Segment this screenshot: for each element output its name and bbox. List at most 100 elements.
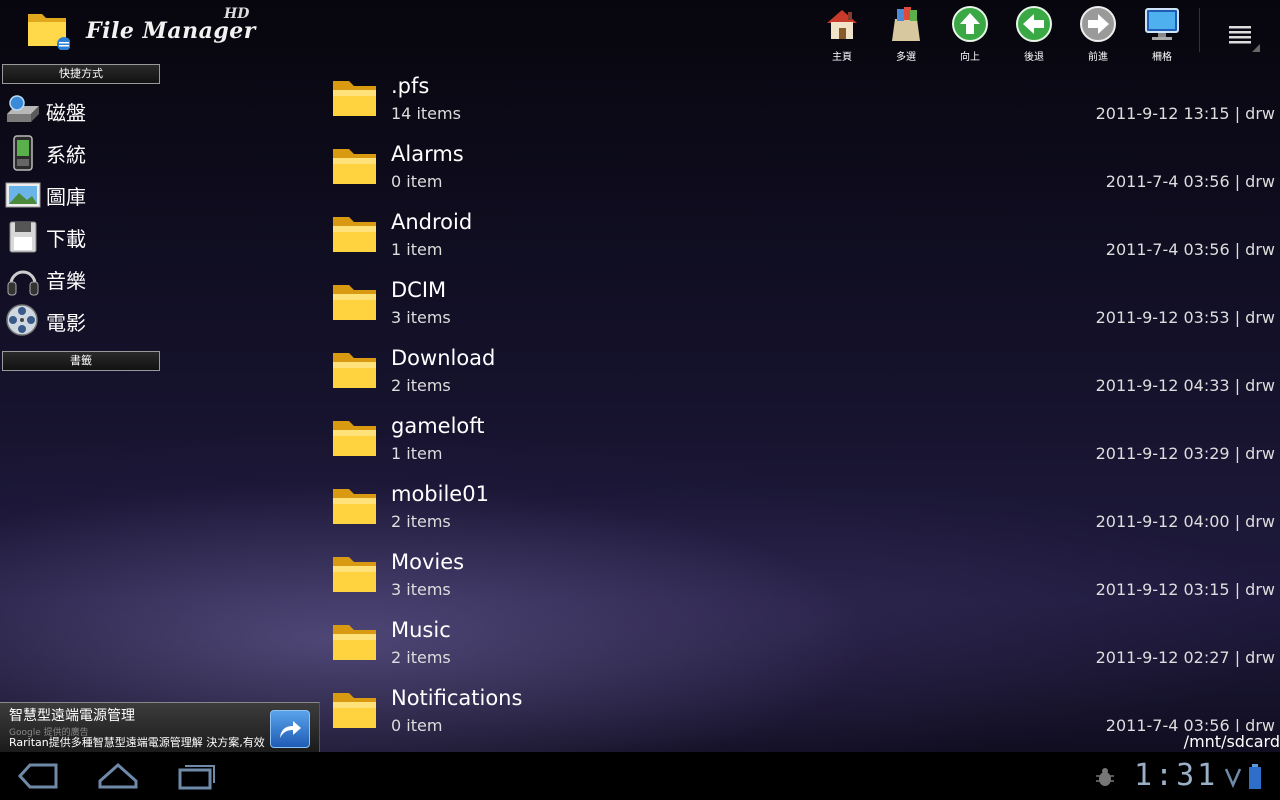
headphones-icon: [7, 270, 39, 296]
sidebar-item-gallery[interactable]: 圖庫: [4, 174, 304, 216]
file-metadata: 2011-9-12 04:00 | drw: [1095, 512, 1275, 531]
file-metadata: 2011-7-4 03:56 | drw: [1105, 172, 1275, 191]
home-icon: [827, 10, 857, 39]
file-list: .pfs 14 items 2011-9-12 13:15 | drw Alarms 0…: [330, 70, 1280, 732]
debug-bug-icon: [1096, 768, 1114, 786]
file-metadata: 2011-9-12 03:29 | drw: [1095, 444, 1275, 463]
app-folder-icon: [28, 14, 70, 50]
file-metadata: 2011-9-12 13:15 | drw: [1095, 104, 1275, 123]
ad-title: 智慧型遠端電源管理: [9, 708, 135, 724]
file-name: .pfs: [391, 74, 430, 98]
toolbar: 主頁 多選 向上 後退 前進 柵格: [810, 4, 1194, 64]
shortcut-list: 磁盤 系統 圖庫 下載 音樂 電影: [4, 90, 304, 342]
file-item-count: 3 items: [391, 580, 451, 599]
folder-icon: [333, 149, 376, 184]
disk-icon: [7, 95, 39, 122]
nav-recent-apps-icon: [178, 765, 215, 790]
folder-icon: [333, 353, 376, 388]
file-row[interactable]: Android 1 item 2011-7-4 03:56 | drw: [330, 206, 1280, 274]
nav-back-button[interactable]: [8, 758, 68, 794]
system-nav-bar: 1:31: [0, 752, 1280, 800]
wifi-usb-icon: [1224, 768, 1242, 788]
current-path: /mnt/sdcard: [1183, 732, 1280, 751]
sidebar-item-disk[interactable]: 磁盤: [4, 90, 304, 132]
file-row[interactable]: .pfs 14 items 2011-9-12 13:15 | drw: [330, 70, 1280, 138]
file-metadata: 2011-9-12 02:27 | drw: [1095, 648, 1275, 667]
sidebar-item-movies[interactable]: 電影: [4, 300, 304, 342]
bookmarks-header: 書籤: [2, 351, 160, 371]
floppy-icon: [9, 221, 37, 253]
ad-banner[interactable]: 智慧型遠端電源管理 Google 提供的廣告 Raritan提供多種智慧型遠端電…: [0, 702, 320, 752]
file-row[interactable]: Music 2 items 2011-9-12 02:27 | drw: [330, 614, 1280, 682]
battery-icon: [1249, 764, 1261, 789]
ad-open-button[interactable]: [270, 710, 310, 748]
grid-view-button[interactable]: 柵格: [1130, 4, 1194, 64]
file-row[interactable]: gameloft 1 item 2011-9-12 03:29 | drw: [330, 410, 1280, 478]
sidebar-item-system[interactable]: 系統: [4, 132, 304, 174]
nav-home-button[interactable]: [88, 758, 148, 794]
shortcuts-header: 快捷方式: [2, 64, 160, 84]
share-arrow-icon: [280, 721, 301, 738]
file-item-count: 2 items: [391, 648, 451, 667]
folder-icon: [333, 217, 376, 252]
overflow-menu-button[interactable]: [1222, 14, 1262, 54]
sidebar-item-downloads[interactable]: 下載: [4, 216, 304, 258]
file-item-count: 14 items: [391, 104, 461, 123]
file-row[interactable]: DCIM 3 items 2011-9-12 03:53 | drw: [330, 274, 1280, 342]
phone-icon: [13, 135, 33, 171]
back-button[interactable]: 後退: [1002, 4, 1066, 64]
film-reel-icon: [6, 304, 38, 336]
folder-icon: [333, 489, 376, 524]
file-metadata: 2011-9-12 04:33 | drw: [1095, 376, 1275, 395]
forward-arrow-icon: [1080, 6, 1116, 42]
folder-icon: [333, 557, 376, 592]
file-row[interactable]: Notifications 0 item 2011-7-4 03:56 | drw: [330, 682, 1280, 732]
file-metadata: 2011-9-12 03:15 | drw: [1095, 580, 1275, 599]
file-name: gameloft: [391, 414, 485, 438]
file-metadata: 2011-7-4 03:56 | drw: [1105, 240, 1275, 259]
folder-icon: [333, 625, 376, 660]
grid-monitor-icon: [1145, 8, 1179, 40]
up-arrow-icon: [952, 6, 988, 42]
app-hd-badge: HD: [224, 6, 250, 22]
up-button[interactable]: 向上: [938, 4, 1002, 64]
ad-body: Raritan提供多種智慧型遠端電源管理解 決方案,有效: [9, 736, 265, 749]
multi-select-button[interactable]: 多選: [874, 4, 938, 64]
file-item-count: 2 items: [391, 376, 451, 395]
file-row[interactable]: Alarms 0 item 2011-7-4 03:56 | drw: [330, 138, 1280, 206]
file-row[interactable]: mobile01 2 items 2011-9-12 04:00 | drw: [330, 478, 1280, 546]
forward-button[interactable]: 前進: [1066, 4, 1130, 64]
folder-icon: [333, 285, 376, 320]
file-item-count: 1 item: [391, 444, 443, 463]
file-item-count: 0 item: [391, 716, 443, 732]
folder-icon: [333, 421, 376, 456]
multi-select-icon: [892, 7, 920, 41]
nav-recent-apps-button[interactable]: [166, 758, 226, 794]
file-row[interactable]: Download 2 items 2011-9-12 04:33 | drw: [330, 342, 1280, 410]
file-name: Android: [391, 210, 473, 234]
file-name: mobile01: [391, 482, 489, 506]
nav-back-icon: [17, 763, 58, 789]
file-metadata: 2011-9-12 03:53 | drw: [1095, 308, 1275, 327]
menu-icon: [1229, 26, 1260, 52]
file-name: Movies: [391, 550, 465, 574]
toolbar-divider: [1199, 8, 1200, 52]
file-row[interactable]: Movies 3 items 2011-9-12 03:15 | drw: [330, 546, 1280, 614]
file-name: Alarms: [391, 142, 464, 166]
file-name: DCIM: [391, 278, 447, 302]
gallery-icon: [5, 182, 41, 208]
folder-icon: [333, 693, 376, 728]
file-item-count: 3 items: [391, 308, 451, 327]
home-button[interactable]: 主頁: [810, 4, 874, 64]
file-item-count: 0 item: [391, 172, 443, 191]
file-name: Notifications: [391, 686, 523, 710]
file-name: Download: [391, 346, 496, 370]
sidebar-item-music[interactable]: 音樂: [4, 258, 304, 300]
file-item-count: 2 items: [391, 512, 451, 531]
app-logo: File Manager HD: [24, 4, 264, 56]
back-arrow-icon: [1016, 6, 1052, 42]
nav-home-icon: [98, 762, 138, 789]
file-name: Music: [391, 618, 451, 642]
file-item-count: 1 item: [391, 240, 443, 259]
status-clock: 1:31: [1134, 758, 1219, 793]
